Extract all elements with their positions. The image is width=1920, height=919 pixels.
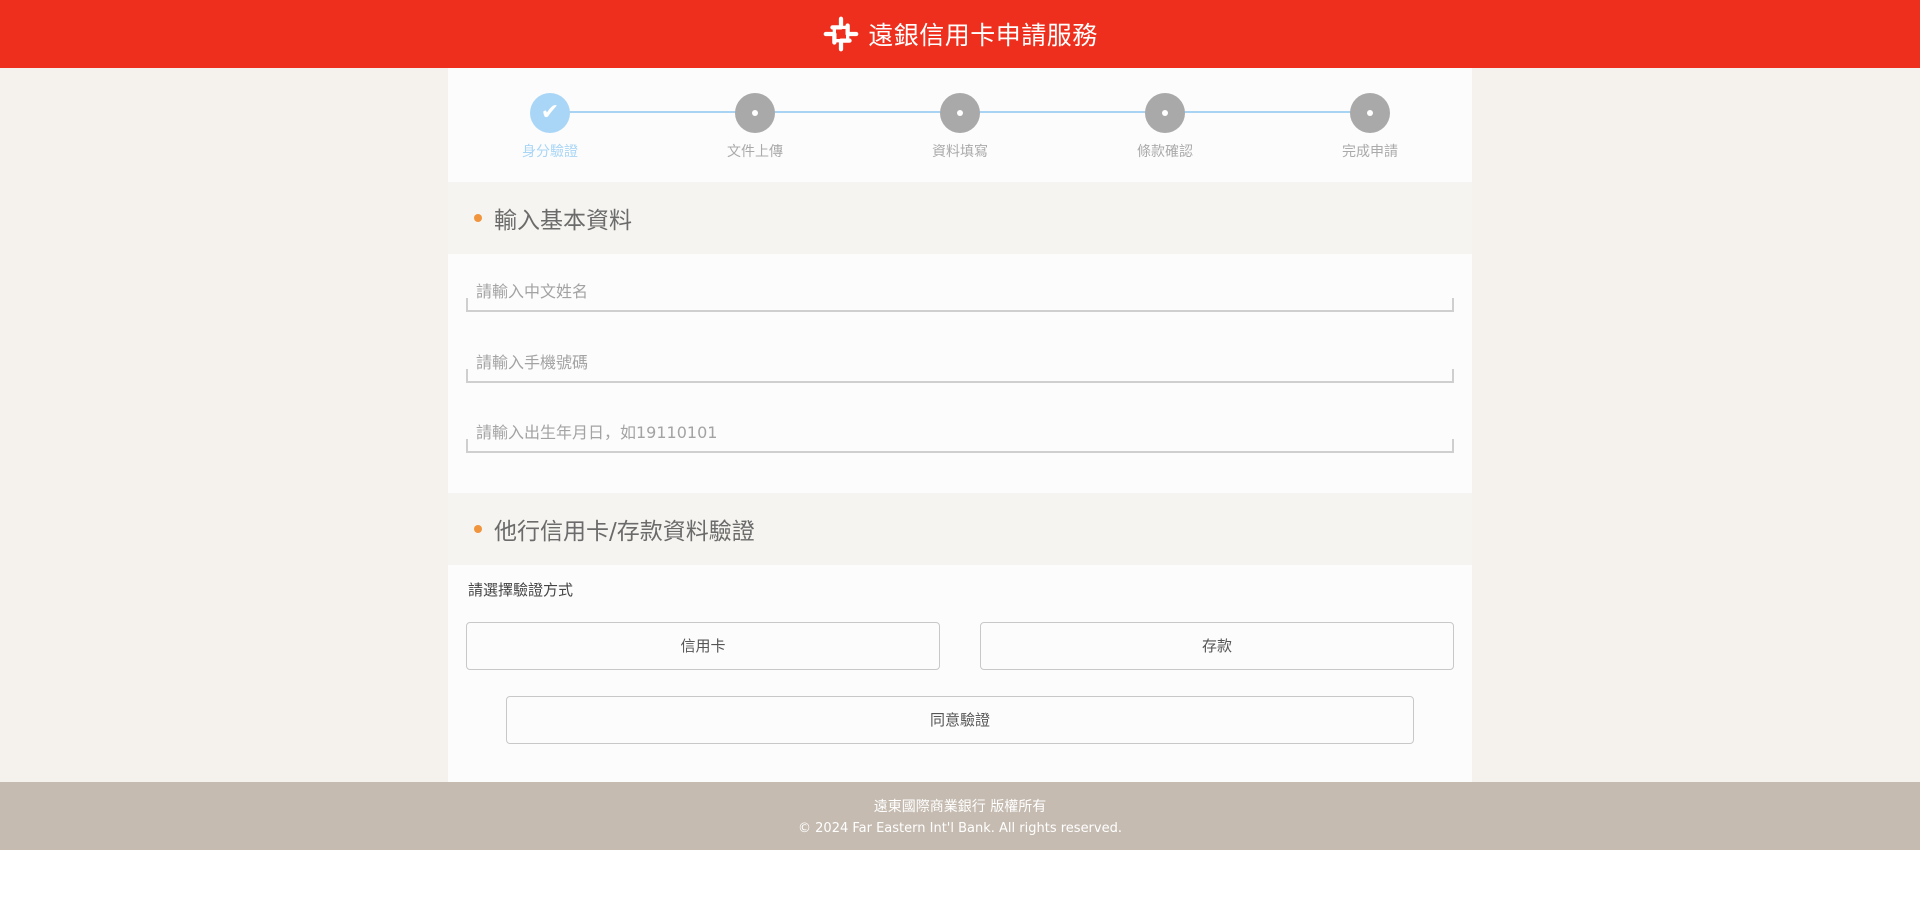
dot-icon xyxy=(1162,110,1168,116)
step-pending-indicator xyxy=(940,93,980,133)
agree-verify-button[interactable]: 同意驗證 xyxy=(506,696,1414,744)
step-document-upload: 文件上傳 xyxy=(695,93,815,161)
section-bullet-icon xyxy=(474,525,482,533)
step-pending-indicator xyxy=(735,93,775,133)
chinese-name-field xyxy=(466,274,1454,312)
step-label: 完成申請 xyxy=(1342,144,1398,160)
section-title: 輸入基本資料 xyxy=(494,208,632,234)
step-identity-verification: ✔ 身分驗證 xyxy=(490,93,610,161)
credit-card-option-button[interactable]: 信用卡 xyxy=(466,622,940,670)
mobile-number-input[interactable] xyxy=(466,345,1454,379)
step-terms-confirmation: 條款確認 xyxy=(1105,93,1225,161)
app-title: 遠銀信用卡申請服務 xyxy=(868,21,1098,50)
mobile-number-field xyxy=(466,345,1454,383)
progress-stepper: ✔ 身分驗證 文件上傳 資料填寫 條款確認 完成申請 xyxy=(448,68,1472,182)
step-label: 資料填寫 xyxy=(932,144,988,160)
app-header: 遠銀信用卡申請服務 xyxy=(0,0,1920,68)
step-complete-application: 完成申請 xyxy=(1310,93,1430,161)
chinese-name-input[interactable] xyxy=(466,274,1454,308)
birthday-input[interactable] xyxy=(466,415,1454,449)
step-label: 身分驗證 xyxy=(522,144,578,160)
fareastern-knot-logo-icon xyxy=(823,16,859,52)
verification-section-header: 他行信用卡/存款資料驗證 xyxy=(448,493,1472,565)
dot-icon xyxy=(1367,110,1373,116)
footer-copyright-en: © 2024 Far Eastern Int'l Bank. All right… xyxy=(798,821,1122,836)
section-title: 他行信用卡/存款資料驗證 xyxy=(494,519,755,545)
section-bullet-icon xyxy=(474,214,482,222)
basic-info-section-header: 輸入基本資料 xyxy=(448,182,1472,254)
step-fill-information: 資料填寫 xyxy=(900,93,1020,161)
dot-icon xyxy=(957,110,963,116)
step-pending-indicator xyxy=(1350,93,1390,133)
deposit-option-button[interactable]: 存款 xyxy=(980,622,1454,670)
application-panel: ✔ 身分驗證 文件上傳 資料填寫 條款確認 完成申請 輸入基本資料 請輸入中文姓… xyxy=(448,68,1472,782)
dot-icon xyxy=(752,110,758,116)
step-label: 條款確認 xyxy=(1137,144,1193,160)
birthday-field xyxy=(466,415,1454,453)
step-label: 文件上傳 xyxy=(727,144,783,160)
footer-copyright-zh: 遠東國際商業銀行 版權所有 xyxy=(873,799,1047,815)
page-footer: 遠東國際商業銀行 版權所有 © 2024 Far Eastern Int'l B… xyxy=(0,782,1920,850)
step-pending-indicator xyxy=(1145,93,1185,133)
step-completed-indicator: ✔ xyxy=(530,93,570,133)
check-icon: ✔ xyxy=(540,100,560,125)
verification-method-label: 請選擇驗證方式 xyxy=(468,581,574,599)
